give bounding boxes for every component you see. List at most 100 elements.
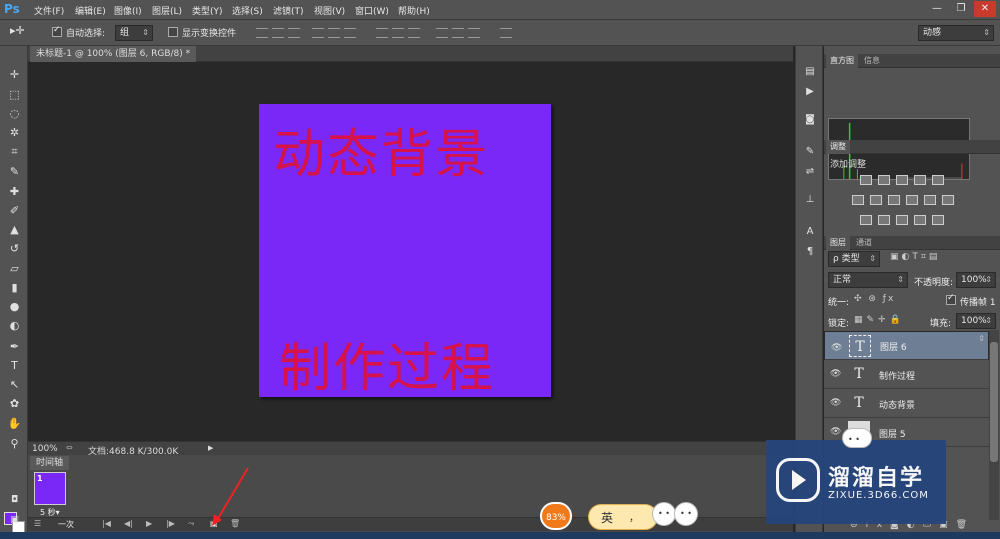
tab-channels[interactable]: 通道 — [852, 236, 876, 250]
distribute-bottom-icon[interactable] — [408, 28, 420, 38]
menu-help[interactable]: 帮助(H) — [398, 4, 430, 17]
lock-icons[interactable]: ▦✎✛🔒 — [854, 315, 905, 325]
show-transform-checkbox[interactable] — [168, 27, 178, 37]
ime-punctuation[interactable]: ， — [629, 509, 639, 524]
opacity-input[interactable]: 100% — [956, 272, 996, 288]
align-hcenter-icon[interactable] — [328, 28, 340, 38]
brush-presets-icon[interactable]: ⇌ — [802, 166, 818, 180]
play-icon[interactable]: ▶ — [146, 519, 152, 528]
fill-input[interactable]: 100% — [956, 313, 996, 329]
color-lookup-icon[interactable] — [942, 195, 954, 205]
align-vcenter-icon[interactable] — [272, 28, 284, 38]
path-select-icon[interactable]: ↖ — [6, 376, 23, 393]
channel-mixer-icon[interactable] — [924, 195, 936, 205]
move-tool-icon[interactable]: ✛ — [6, 66, 23, 83]
exposure-icon[interactable] — [914, 175, 926, 185]
actions-panel-icon[interactable]: ▶ — [802, 86, 818, 100]
ime-language[interactable]: 英 — [601, 509, 613, 526]
unify-icons[interactable]: ✣ ⊛ ƒx — [854, 294, 895, 304]
first-frame-icon[interactable]: |◀ — [102, 519, 111, 528]
layer-filter-icons[interactable]: ▣◐T⌗▤ — [890, 252, 940, 262]
distribute-left-icon[interactable] — [436, 28, 448, 38]
lasso-tool-icon[interactable]: ◌ — [6, 105, 23, 122]
eraser-icon[interactable]: ▱ — [6, 260, 23, 277]
align-left-icon[interactable] — [312, 28, 324, 38]
restore-button[interactable]: ❐ — [950, 1, 972, 17]
layer-row[interactable]: 👁 T 动态背景 — [824, 389, 989, 418]
menu-view[interactable]: 视图(V) — [314, 4, 345, 17]
tab-adjustments[interactable]: 调整 — [826, 140, 850, 154]
healing-brush-icon[interactable]: ✚ — [6, 183, 23, 200]
status-menu-arrow-icon[interactable]: ▶ — [208, 444, 213, 452]
layer-row[interactable]: 👁 T 图层 6 — [824, 331, 989, 360]
menu-layer[interactable]: 图层(L) — [152, 4, 182, 17]
move-tool-icon[interactable]: ▸✛ — [10, 24, 25, 37]
vibrance-icon[interactable] — [932, 175, 944, 185]
distribute-top-icon[interactable] — [376, 28, 388, 38]
history-panel-icon[interactable]: ▤ — [802, 66, 818, 80]
info-panel-icon[interactable]: ◙ — [802, 114, 818, 128]
history-brush-icon[interactable]: ↺ — [6, 240, 23, 257]
curves-icon[interactable] — [896, 175, 908, 185]
shape-tool-icon[interactable]: ✿ — [6, 395, 23, 412]
timeline-tab[interactable]: 时间轴 — [30, 456, 70, 470]
stamp-tool-icon[interactable]: ▲ — [6, 221, 23, 238]
clone-source-icon[interactable]: ⊥ — [802, 194, 818, 208]
visibility-eye-icon[interactable]: 👁 — [830, 398, 841, 408]
quick-mask-icon[interactable]: ◘ — [6, 492, 23, 509]
auto-align-icon[interactable] — [500, 28, 512, 38]
crop-tool-icon[interactable]: ⌗ — [6, 143, 23, 160]
brush-panel-icon[interactable]: ✎ — [802, 146, 818, 160]
visibility-eye-icon[interactable]: 👁 — [831, 341, 842, 353]
zoom-level[interactable]: 100% — [32, 444, 58, 454]
gradient-icon[interactable]: ▮ — [6, 279, 23, 296]
align-bottom-icon[interactable] — [288, 28, 300, 38]
layer-name[interactable]: 图层 5 — [879, 427, 906, 440]
screen-mode-icon[interactable]: ▣ — [6, 512, 23, 529]
distribute-hcenter-icon[interactable] — [452, 28, 464, 38]
close-button[interactable]: ✕ — [974, 1, 996, 17]
convert-timeline-icon[interactable]: ☰ — [34, 519, 41, 528]
tab-info[interactable]: 信息 — [860, 54, 884, 68]
menu-window[interactable]: 窗口(W) — [355, 4, 389, 17]
layer-name[interactable]: 制作过程 — [879, 369, 915, 382]
tween-icon[interactable]: ⤳ — [188, 519, 194, 529]
scrollbar-thumb[interactable] — [990, 342, 998, 462]
menu-edit[interactable]: 编辑(E) — [75, 4, 106, 17]
align-top-icon[interactable] — [256, 28, 268, 38]
dodge-tool-icon[interactable]: ◐ — [6, 317, 23, 334]
visibility-eye-icon[interactable]: 👁 — [830, 369, 841, 379]
brightness-icon[interactable] — [860, 175, 872, 185]
magic-wand-icon[interactable]: ✲ — [6, 124, 23, 141]
color-balance-icon[interactable] — [870, 195, 882, 205]
paragraph-panel-icon[interactable]: ¶ — [802, 246, 818, 260]
levels-icon[interactable] — [878, 175, 890, 185]
threshold-icon[interactable] — [896, 215, 908, 225]
next-frame-icon[interactable]: |▶ — [166, 519, 175, 528]
posterize-icon[interactable] — [878, 215, 890, 225]
menu-type[interactable]: 类型(Y) — [192, 4, 223, 17]
eyedropper-icon[interactable]: ✎ — [6, 163, 23, 180]
character-panel-icon[interactable]: A — [802, 226, 818, 240]
tab-histogram[interactable]: 直方图 — [826, 54, 858, 68]
workspace-dropdown[interactable]: 动感 — [918, 25, 994, 41]
brush-tool-icon[interactable]: ✐ — [6, 202, 23, 219]
hue-saturation-icon[interactable] — [852, 195, 864, 205]
document-canvas[interactable]: 动态背景 制作过程 — [259, 104, 551, 399]
selective-color-icon[interactable] — [932, 215, 944, 225]
gradient-map-icon[interactable] — [914, 215, 926, 225]
photo-filter-icon[interactable] — [906, 195, 918, 205]
distribute-vcenter-icon[interactable] — [392, 28, 404, 38]
menu-filter[interactable]: 滤镜(T) — [273, 4, 304, 17]
layer-name[interactable]: 图层 6 — [880, 341, 907, 355]
distribute-right-icon[interactable] — [468, 28, 480, 38]
menu-image[interactable]: 图像(I) — [114, 4, 142, 17]
layers-scrollbar[interactable] — [989, 330, 999, 520]
document-tab[interactable]: 未标题-1 @ 100% (图层 6, RGB/8) * — [30, 46, 197, 62]
type-tool-icon[interactable]: T — [6, 357, 23, 374]
invert-icon[interactable] — [860, 215, 872, 225]
blend-mode-dropdown[interactable]: 正常 — [828, 272, 908, 288]
hand-tool-icon[interactable]: ✋ — [6, 415, 23, 432]
tab-layers[interactable]: 图层 — [826, 236, 850, 250]
propagate-checkbox[interactable] — [946, 293, 956, 305]
